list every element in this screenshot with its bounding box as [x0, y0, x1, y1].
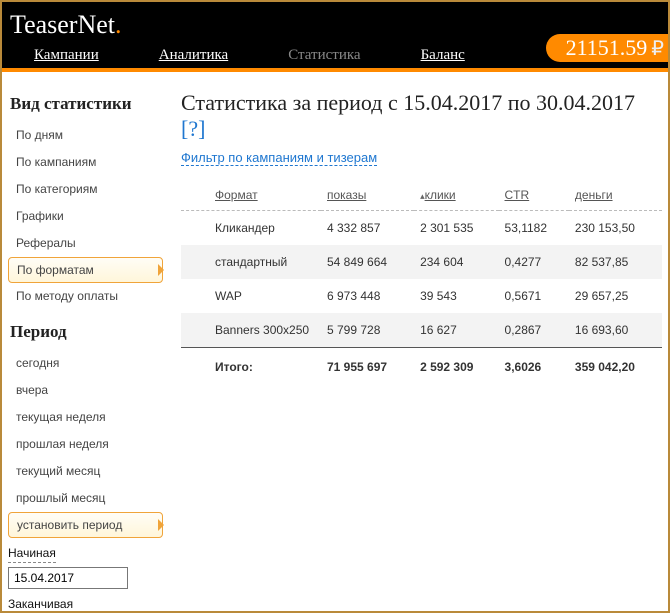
cell-clicks: 39 543	[414, 279, 498, 313]
stats-table: Формат показы клики CTR деньги Кликандер…	[181, 180, 662, 384]
cell-impr: 6 973 448	[321, 279, 414, 313]
table-row: Кликандер4 332 8572 301 53553,1182230 15…	[181, 211, 662, 246]
period-heading: Период	[8, 310, 163, 350]
cell-clicks: 234 604	[414, 245, 498, 279]
table-row: стандартный54 849 664234 6040,427782 537…	[181, 245, 662, 279]
stats-item-5[interactable]: По форматам	[8, 257, 163, 283]
stats-item-1[interactable]: По кампаниям	[8, 149, 163, 176]
table-total: Итого:71 955 6972 592 3093,6026359 042,2…	[181, 348, 662, 385]
cell-money: 82 537,85	[569, 245, 662, 279]
stats-item-6[interactable]: По методу оплаты	[8, 283, 163, 310]
period-item-0[interactable]: сегодня	[8, 350, 163, 377]
filter-link[interactable]: Фильтр по кампаниям и тизерам	[181, 150, 377, 166]
to-label: Заканчивая	[8, 591, 73, 613]
cell-clicks: 16 627	[414, 313, 498, 348]
period-item-2[interactable]: текущая неделя	[8, 404, 163, 431]
main-nav: Кампании Аналитика Статистика Баланс 211…	[24, 34, 668, 64]
col-clicks[interactable]: клики	[414, 180, 498, 211]
sidebar: Вид статистики По днямПо кампаниямПо кат…	[8, 82, 163, 613]
period-item-3[interactable]: прошлая неделя	[8, 431, 163, 458]
stats-heading: Вид статистики	[8, 82, 163, 122]
cell-money: 29 657,25	[569, 279, 662, 313]
table-row: Banners 300x2505 799 72816 6270,286716 6…	[181, 313, 662, 348]
nav-campaigns[interactable]: Кампании	[24, 43, 109, 69]
period-item-1[interactable]: вчера	[8, 377, 163, 404]
col-money[interactable]: деньги	[569, 180, 662, 211]
balance-pill[interactable]: 21151.59₽	[546, 34, 668, 62]
help-icon[interactable]: [?]	[181, 116, 205, 141]
col-format[interactable]: Формат	[181, 180, 321, 211]
cell-format: Banners 300x250	[181, 313, 321, 348]
cell-format: WAP	[181, 279, 321, 313]
cell-impr: 4 332 857	[321, 211, 414, 246]
from-input[interactable]	[8, 567, 128, 589]
period-item-5[interactable]: прошлый месяц	[8, 485, 163, 512]
cell-format: Кликандер	[181, 211, 321, 246]
page-title: Статистика за период с 15.04.2017 по 30.…	[181, 90, 662, 142]
topbar: TeaserNet. Кампании Аналитика Статистика…	[2, 2, 668, 68]
cell-clicks: 2 301 535	[414, 211, 498, 246]
from-label: Начиная	[8, 540, 56, 563]
table-row: WAP6 973 44839 5430,567129 657,25	[181, 279, 662, 313]
cell-impr: 54 849 664	[321, 245, 414, 279]
cell-ctr: 0,4277	[499, 245, 569, 279]
stats-item-3[interactable]: Графики	[8, 203, 163, 230]
stats-item-2[interactable]: По категориям	[8, 176, 163, 203]
col-impressions[interactable]: показы	[321, 180, 414, 211]
period-item-6[interactable]: установить период	[8, 512, 163, 538]
stats-item-0[interactable]: По дням	[8, 122, 163, 149]
col-ctr[interactable]: CTR	[499, 180, 569, 211]
cell-ctr: 0,5671	[499, 279, 569, 313]
cell-impr: 5 799 728	[321, 313, 414, 348]
cell-format: стандартный	[181, 245, 321, 279]
stats-item-4[interactable]: Рефералы	[8, 230, 163, 257]
nav-statistics[interactable]: Статистика	[278, 43, 370, 69]
period-item-4[interactable]: текущий месяц	[8, 458, 163, 485]
nav-analytics[interactable]: Аналитика	[149, 43, 238, 69]
cell-money: 16 693,60	[569, 313, 662, 348]
cell-ctr: 53,1182	[499, 211, 569, 246]
cell-ctr: 0,2867	[499, 313, 569, 348]
cell-money: 230 153,50	[569, 211, 662, 246]
main-content: Статистика за период с 15.04.2017 по 30.…	[181, 82, 662, 613]
nav-balance[interactable]: Баланс	[411, 43, 475, 69]
